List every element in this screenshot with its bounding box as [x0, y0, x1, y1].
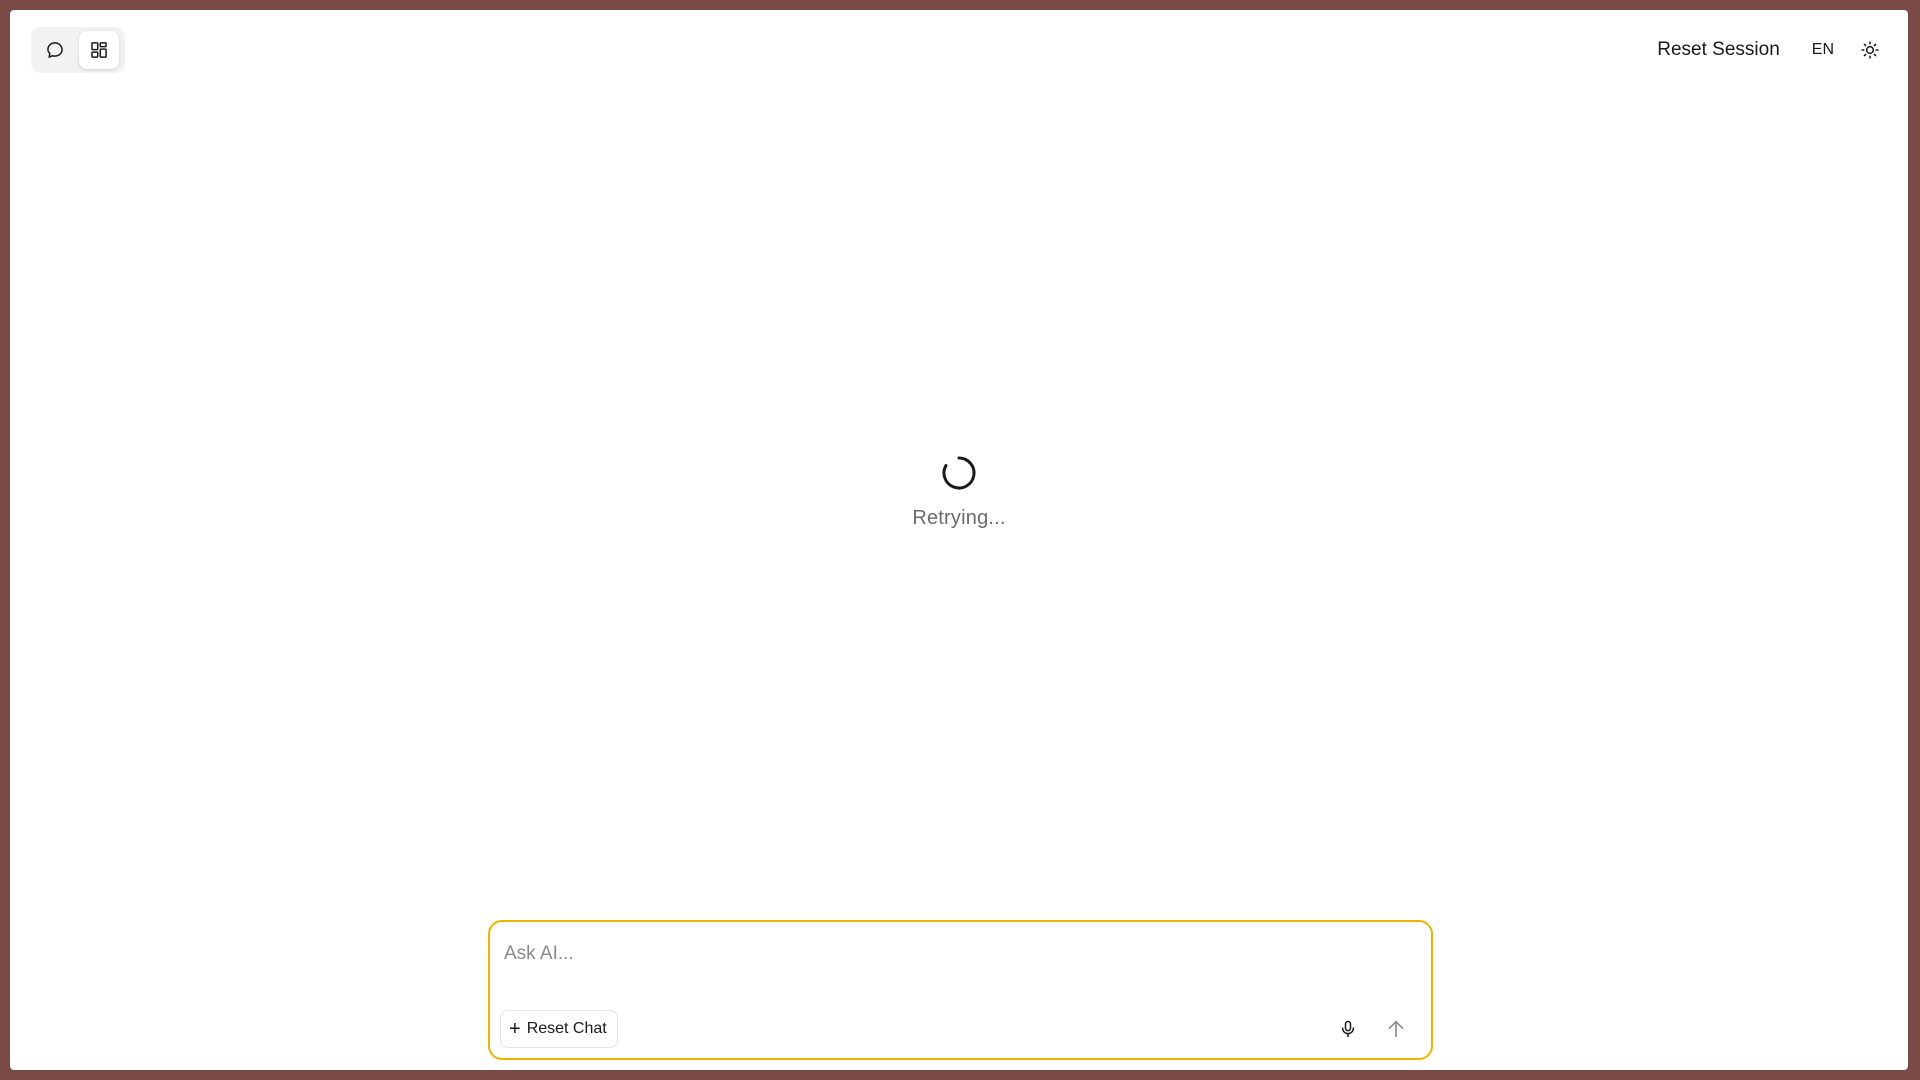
microphone-icon: [1341, 1020, 1355, 1038]
reset-chat-label: Reset Chat: [526, 1020, 607, 1037]
arrow-up-icon: [1388, 1020, 1404, 1038]
chat-composer: + Reset Chat: [488, 920, 1433, 1060]
microphone-button[interactable]: [1333, 1014, 1363, 1044]
app-window: Reset Session EN Retrying... + Res: [10, 10, 1908, 1070]
view-switcher: [31, 27, 125, 73]
loading-status: Retrying...: [10, 455, 1908, 530]
language-selector[interactable]: EN: [1802, 35, 1844, 65]
ask-ai-input[interactable]: [504, 934, 1414, 974]
header-actions: Reset Session EN: [1645, 32, 1888, 68]
reset-session-button[interactable]: Reset Session: [1645, 33, 1792, 67]
loading-spinner-icon: [942, 456, 976, 490]
sun-icon: [1861, 41, 1879, 59]
dashboard-view-button[interactable]: [79, 31, 119, 69]
chat-view-button[interactable]: [35, 31, 75, 69]
send-button[interactable]: [1381, 1014, 1411, 1044]
retrying-text: Retrying...: [912, 507, 1006, 529]
reset-chat-button[interactable]: + Reset Chat: [500, 1010, 618, 1048]
plus-icon: +: [509, 1018, 521, 1040]
chat-bubble-icon: [47, 42, 63, 58]
theme-toggle-button[interactable]: [1852, 32, 1888, 68]
dashboard-grid-icon: [91, 42, 107, 58]
